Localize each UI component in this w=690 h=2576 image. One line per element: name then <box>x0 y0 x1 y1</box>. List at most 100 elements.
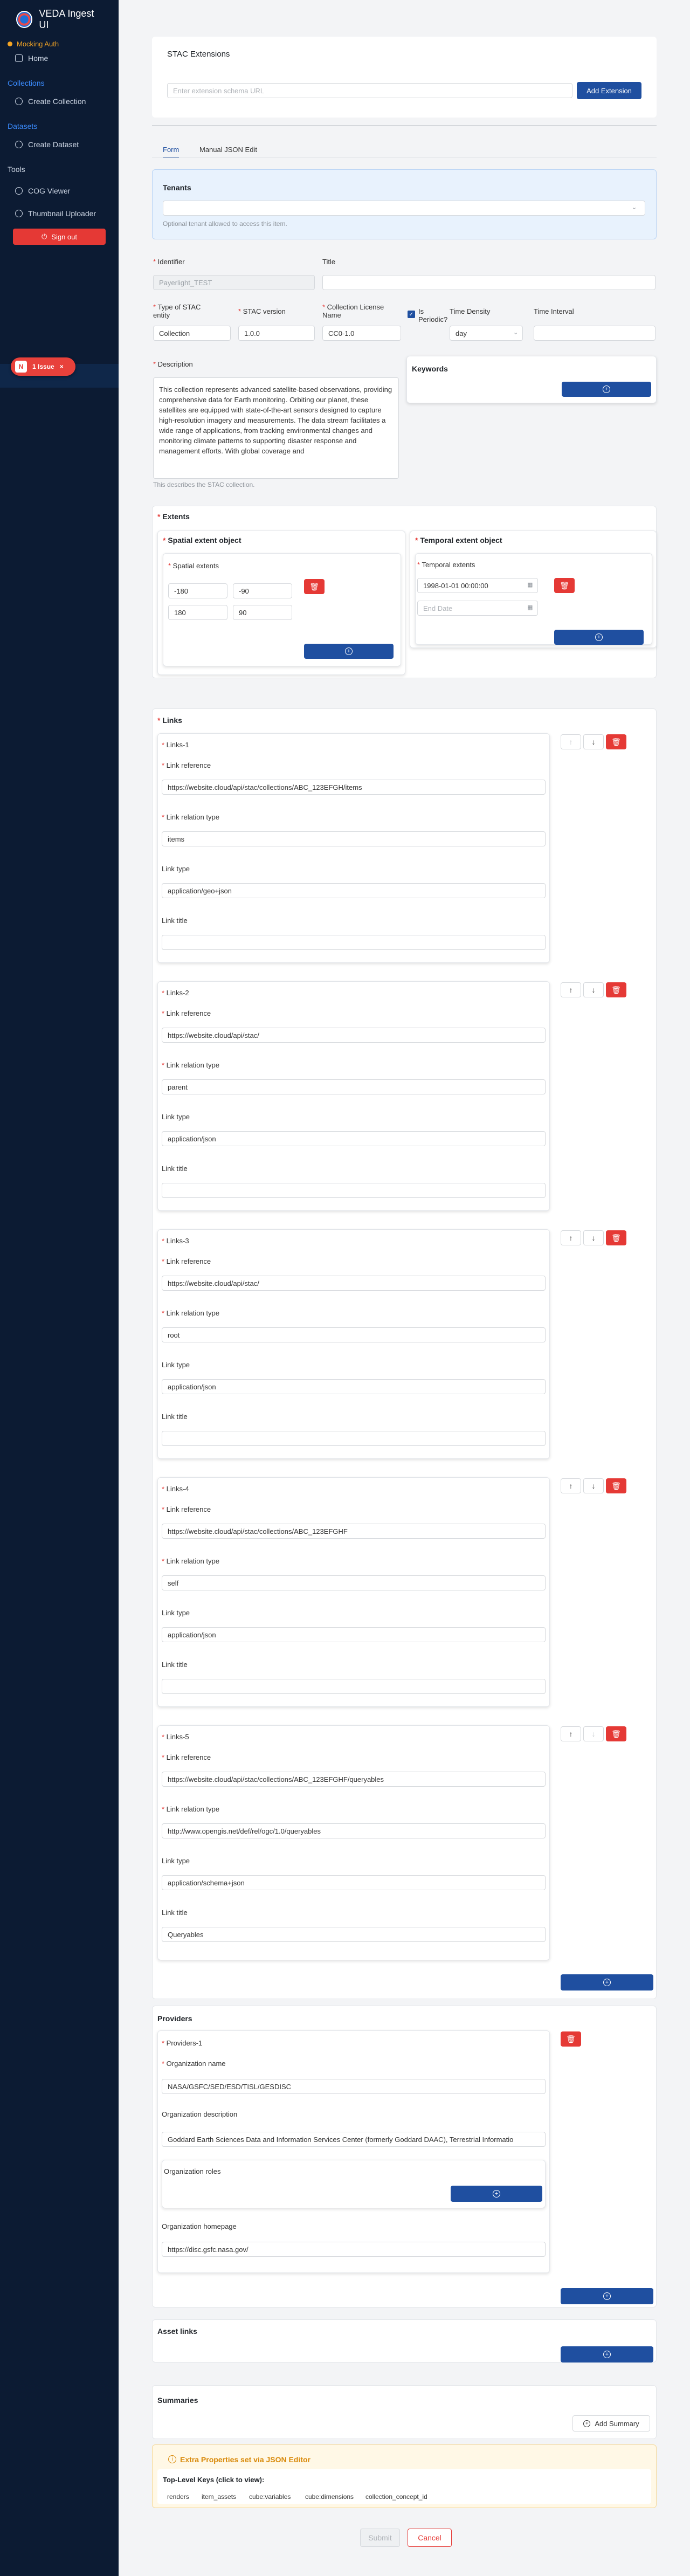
link-reference-input[interactable]: https://website.cloud/api/stac/collectio… <box>162 1524 546 1539</box>
link-reference-input[interactable]: https://website.cloud/api/stac/collectio… <box>162 1772 546 1787</box>
description-textarea[interactable]: This collection represents advanced sate… <box>153 377 399 479</box>
issue-badge[interactable]: N 1 Issue × <box>11 357 75 376</box>
link-title-input[interactable] <box>162 1679 546 1694</box>
license-input[interactable]: CC0-1.0 <box>322 326 401 341</box>
link-type-input[interactable]: application/json <box>162 1627 546 1642</box>
move-down-button[interactable]: ↓ <box>583 1230 604 1245</box>
add-extension-button[interactable]: Add Extension <box>577 82 641 99</box>
add-role-button[interactable]: + <box>451 2186 542 2202</box>
org-description-input[interactable]: Goddard Earth Sciences Data and Informat… <box>162 2132 546 2147</box>
move-down-button[interactable]: ↓ <box>583 1726 604 1741</box>
bbox-south-input[interactable]: -90 <box>233 583 292 598</box>
sidebar-item-create-dataset[interactable]: Create Dataset <box>0 136 119 153</box>
link-relation-input[interactable]: parent <box>162 1079 546 1094</box>
link-relation-input[interactable]: http://www.opengis.net/def/rel/ogc/1.0/q… <box>162 1823 546 1838</box>
move-up-button[interactable]: ↑ <box>561 1726 581 1741</box>
move-down-button[interactable]: ↓ <box>583 734 604 749</box>
key-renders[interactable]: renders <box>167 2493 189 2501</box>
arrow-up-icon: ↑ <box>569 986 573 994</box>
link-reference-input[interactable]: https://website.cloud/api/stac/ <box>162 1276 546 1291</box>
move-up-button[interactable]: ↑ <box>561 734 581 749</box>
add-spatial-extent-button[interactable]: + <box>304 644 394 659</box>
extension-url-input[interactable]: Enter extension schema URL <box>167 83 572 98</box>
org-name-input[interactable]: NASA/GSFC/SED/ESD/TISL/GESDISC <box>162 2079 546 2094</box>
sidebar-group-collections[interactable]: Collections <box>0 73 119 93</box>
link-relation-input[interactable]: items <box>162 831 546 846</box>
org-homepage-input[interactable]: https://disc.gsfc.nasa.gov/ <box>162 2242 546 2257</box>
delete-link-button[interactable]: 🗑 <box>606 734 626 749</box>
tenants-select[interactable] <box>163 201 645 216</box>
type-input[interactable]: Collection <box>153 326 231 341</box>
stac-version-input[interactable]: 1.0.0 <box>238 326 315 341</box>
title-input[interactable] <box>322 275 656 290</box>
submit-button[interactable]: Submit <box>360 2529 400 2547</box>
sidebar-item-cog-viewer[interactable]: COG Viewer <box>0 182 119 199</box>
arrow-down-icon: ↓ <box>591 1234 596 1242</box>
link-title-input[interactable] <box>162 1431 546 1446</box>
add-summary-button[interactable]: + Add Summary <box>572 2415 650 2432</box>
delete-temporal-extent-button[interactable]: 🗑 <box>554 578 575 593</box>
add-provider-button[interactable]: + <box>561 2288 653 2304</box>
sidebar-item-label: Create Dataset <box>28 140 79 149</box>
arrow-down-icon: ↓ <box>591 738 596 746</box>
move-down-button[interactable]: ↓ <box>583 982 604 997</box>
link-card <box>157 733 550 963</box>
key-cube-variables[interactable]: cube:variables <box>249 2493 291 2501</box>
tab-form[interactable]: Form <box>163 146 180 158</box>
identifier-input[interactable]: Payerlight_TEST <box>153 275 315 290</box>
bbox-west-input[interactable]: -180 <box>168 583 227 598</box>
bbox-north-input[interactable]: 90 <box>233 605 292 620</box>
brand[interactable]: VEDA Ingest UI <box>0 0 119 39</box>
link-title-input[interactable]: Queryables <box>162 1927 546 1942</box>
delete-link-button[interactable]: 🗑 <box>606 982 626 997</box>
link-reference-input[interactable]: https://website.cloud/api/stac/ <box>162 1028 546 1043</box>
delete-provider-button[interactable]: 🗑 <box>561 2031 581 2047</box>
move-up-button[interactable]: ↑ <box>561 982 581 997</box>
nextjs-logo-icon: N <box>15 361 27 373</box>
add-link-button[interactable]: + <box>561 1974 653 1990</box>
time-interval-input[interactable] <box>534 326 656 341</box>
move-up-button[interactable]: ↑ <box>561 1230 581 1245</box>
link-type-input[interactable]: application/json <box>162 1131 546 1146</box>
delete-spatial-extent-button[interactable]: 🗑 <box>304 579 325 594</box>
link-title-input[interactable] <box>162 935 546 950</box>
key-collection-concept-id[interactable]: collection_concept_id <box>365 2493 427 2501</box>
move-down-button[interactable]: ↓ <box>583 1478 604 1493</box>
key-cube-dimensions[interactable]: cube:dimensions <box>305 2493 354 2501</box>
sign-out-button[interactable]: ⏻ Sign out <box>13 229 106 245</box>
sidebar: VEDA Ingest UI Mocking Auth Home Collect… <box>0 0 119 2576</box>
org-roles-label: Organization roles <box>164 2167 221 2175</box>
link-relation-input[interactable]: self <box>162 1575 546 1590</box>
time-density-select[interactable]: day <box>450 326 523 341</box>
link-relation-input[interactable]: root <box>162 1327 546 1342</box>
delete-link-button[interactable]: 🗑 <box>606 1726 626 1741</box>
tab-manual-json-edit[interactable]: Manual JSON Edit <box>199 146 257 154</box>
link-type-input[interactable]: application/schema+json <box>162 1875 546 1890</box>
sidebar-item-home[interactable]: Home <box>0 50 119 67</box>
cancel-button[interactable]: Cancel <box>408 2529 452 2547</box>
link-type-input[interactable]: application/json <box>162 1379 546 1394</box>
delete-link-button[interactable]: 🗑 <box>606 1230 626 1245</box>
delete-link-button[interactable]: 🗑 <box>606 1478 626 1493</box>
link-reference-label: Link reference <box>162 1009 211 1017</box>
add-temporal-extent-button[interactable]: + <box>554 630 644 645</box>
link-reference-input[interactable]: https://website.cloud/api/stac/collectio… <box>162 780 546 795</box>
link-type-input[interactable]: application/geo+json <box>162 883 546 898</box>
key-item-assets[interactable]: item_assets <box>202 2493 236 2501</box>
close-icon[interactable]: × <box>60 363 64 370</box>
move-up-button[interactable]: ↑ <box>561 1478 581 1493</box>
add-keyword-button[interactable]: + <box>562 382 651 397</box>
calendar-icon: ▦ <box>527 582 533 588</box>
sidebar-item-thumbnail-uploader[interactable]: Thumbnail Uploader <box>0 205 119 222</box>
sidebar-item-label: Create Collection <box>28 97 86 106</box>
extra-properties-title: Extra Properties set via JSON Editor <box>180 2455 310 2464</box>
sidebar-item-create-collection[interactable]: Create Collection <box>0 93 119 110</box>
sidebar-group-datasets[interactable]: Datasets <box>0 116 119 136</box>
start-date-input[interactable]: 1998-01-01 00:00:00 <box>417 578 538 593</box>
link-type-label: Link type <box>162 1113 190 1121</box>
add-asset-link-button[interactable]: + <box>561 2346 653 2363</box>
is-periodic-checkbox[interactable]: ✓ <box>408 311 415 318</box>
end-date-input[interactable]: End Date <box>417 601 538 616</box>
link-title-input[interactable] <box>162 1183 546 1198</box>
bbox-east-input[interactable]: 180 <box>168 605 227 620</box>
